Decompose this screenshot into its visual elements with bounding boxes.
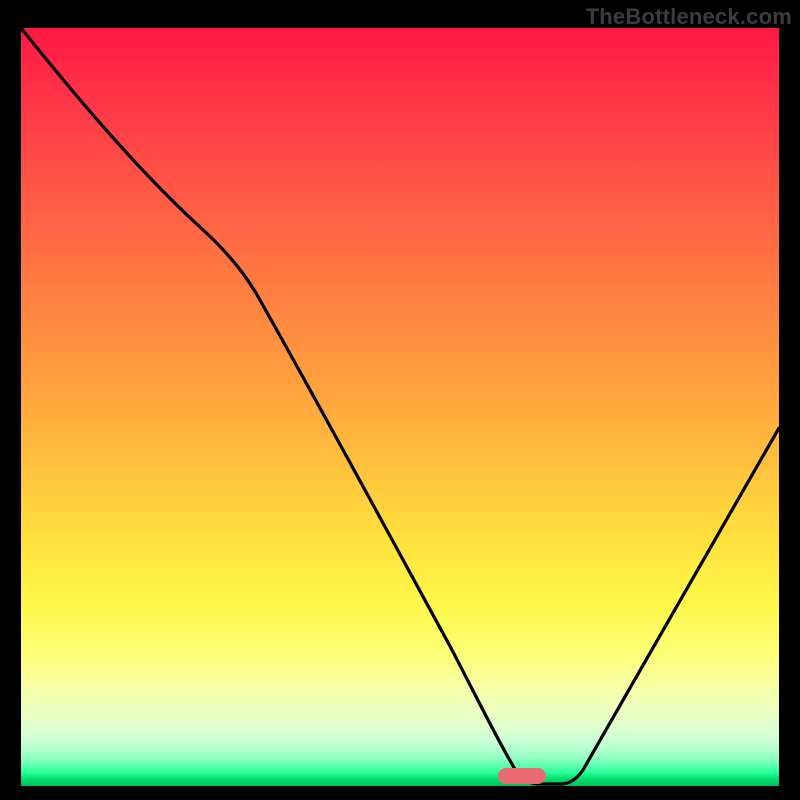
minimum-marker [498, 768, 546, 784]
plot-area [21, 28, 779, 786]
bottleneck-curve [21, 28, 779, 786]
chart-frame: TheBottleneck.com [0, 0, 800, 800]
watermark-text: TheBottleneck.com [586, 4, 792, 30]
